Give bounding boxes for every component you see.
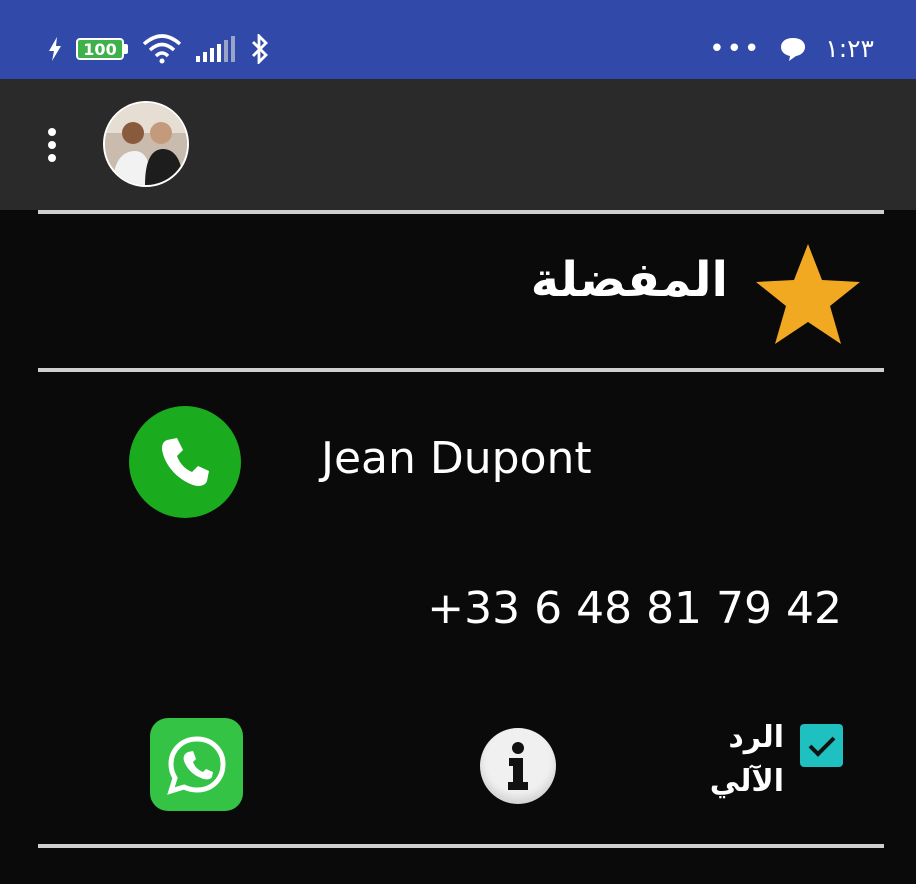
auto-reply-label-line1: الرد xyxy=(728,720,784,755)
charging-icon xyxy=(49,37,61,61)
overflow-dots: ••• xyxy=(709,33,762,64)
battery-icon: 100 xyxy=(76,38,128,60)
wifi-icon xyxy=(142,34,182,64)
toolbar xyxy=(0,79,916,210)
chat-bubble-icon xyxy=(781,37,806,61)
info-button[interactable] xyxy=(480,728,556,804)
status-bar: 100 ••• ١:٢٣ xyxy=(0,0,916,79)
checkmark-icon xyxy=(808,736,835,757)
avatar-photo xyxy=(105,103,187,185)
clock: ١:٢٣ xyxy=(825,34,874,63)
auto-reply-label-line2: الآلي xyxy=(709,764,784,799)
divider-middle xyxy=(38,368,884,372)
info-icon xyxy=(508,742,528,790)
auto-reply-label: الرد الآلي xyxy=(710,716,784,804)
phone-number[interactable]: +33 6 48 81 79 42 xyxy=(427,583,842,634)
divider-bottom xyxy=(38,844,884,848)
favorites-label: المفضلة xyxy=(530,252,728,308)
status-bar-right: ••• ١:٢٣ xyxy=(709,34,874,63)
bluetooth-icon xyxy=(252,34,268,64)
star-icon[interactable] xyxy=(752,240,864,348)
contact-avatar[interactable] xyxy=(103,101,189,187)
battery-level: 100 xyxy=(76,38,124,60)
signal-icon xyxy=(196,36,235,62)
status-bar-left: 100 xyxy=(48,34,270,64)
auto-reply-checkbox[interactable] xyxy=(800,724,843,767)
whatsapp-button[interactable] xyxy=(150,718,243,811)
divider-top xyxy=(38,210,884,214)
kebab-menu-icon[interactable] xyxy=(40,125,64,169)
phone-icon xyxy=(162,438,209,486)
contact-name: Jean Dupont xyxy=(321,433,592,484)
whatsapp-icon xyxy=(166,735,226,795)
call-button[interactable] xyxy=(129,406,241,518)
